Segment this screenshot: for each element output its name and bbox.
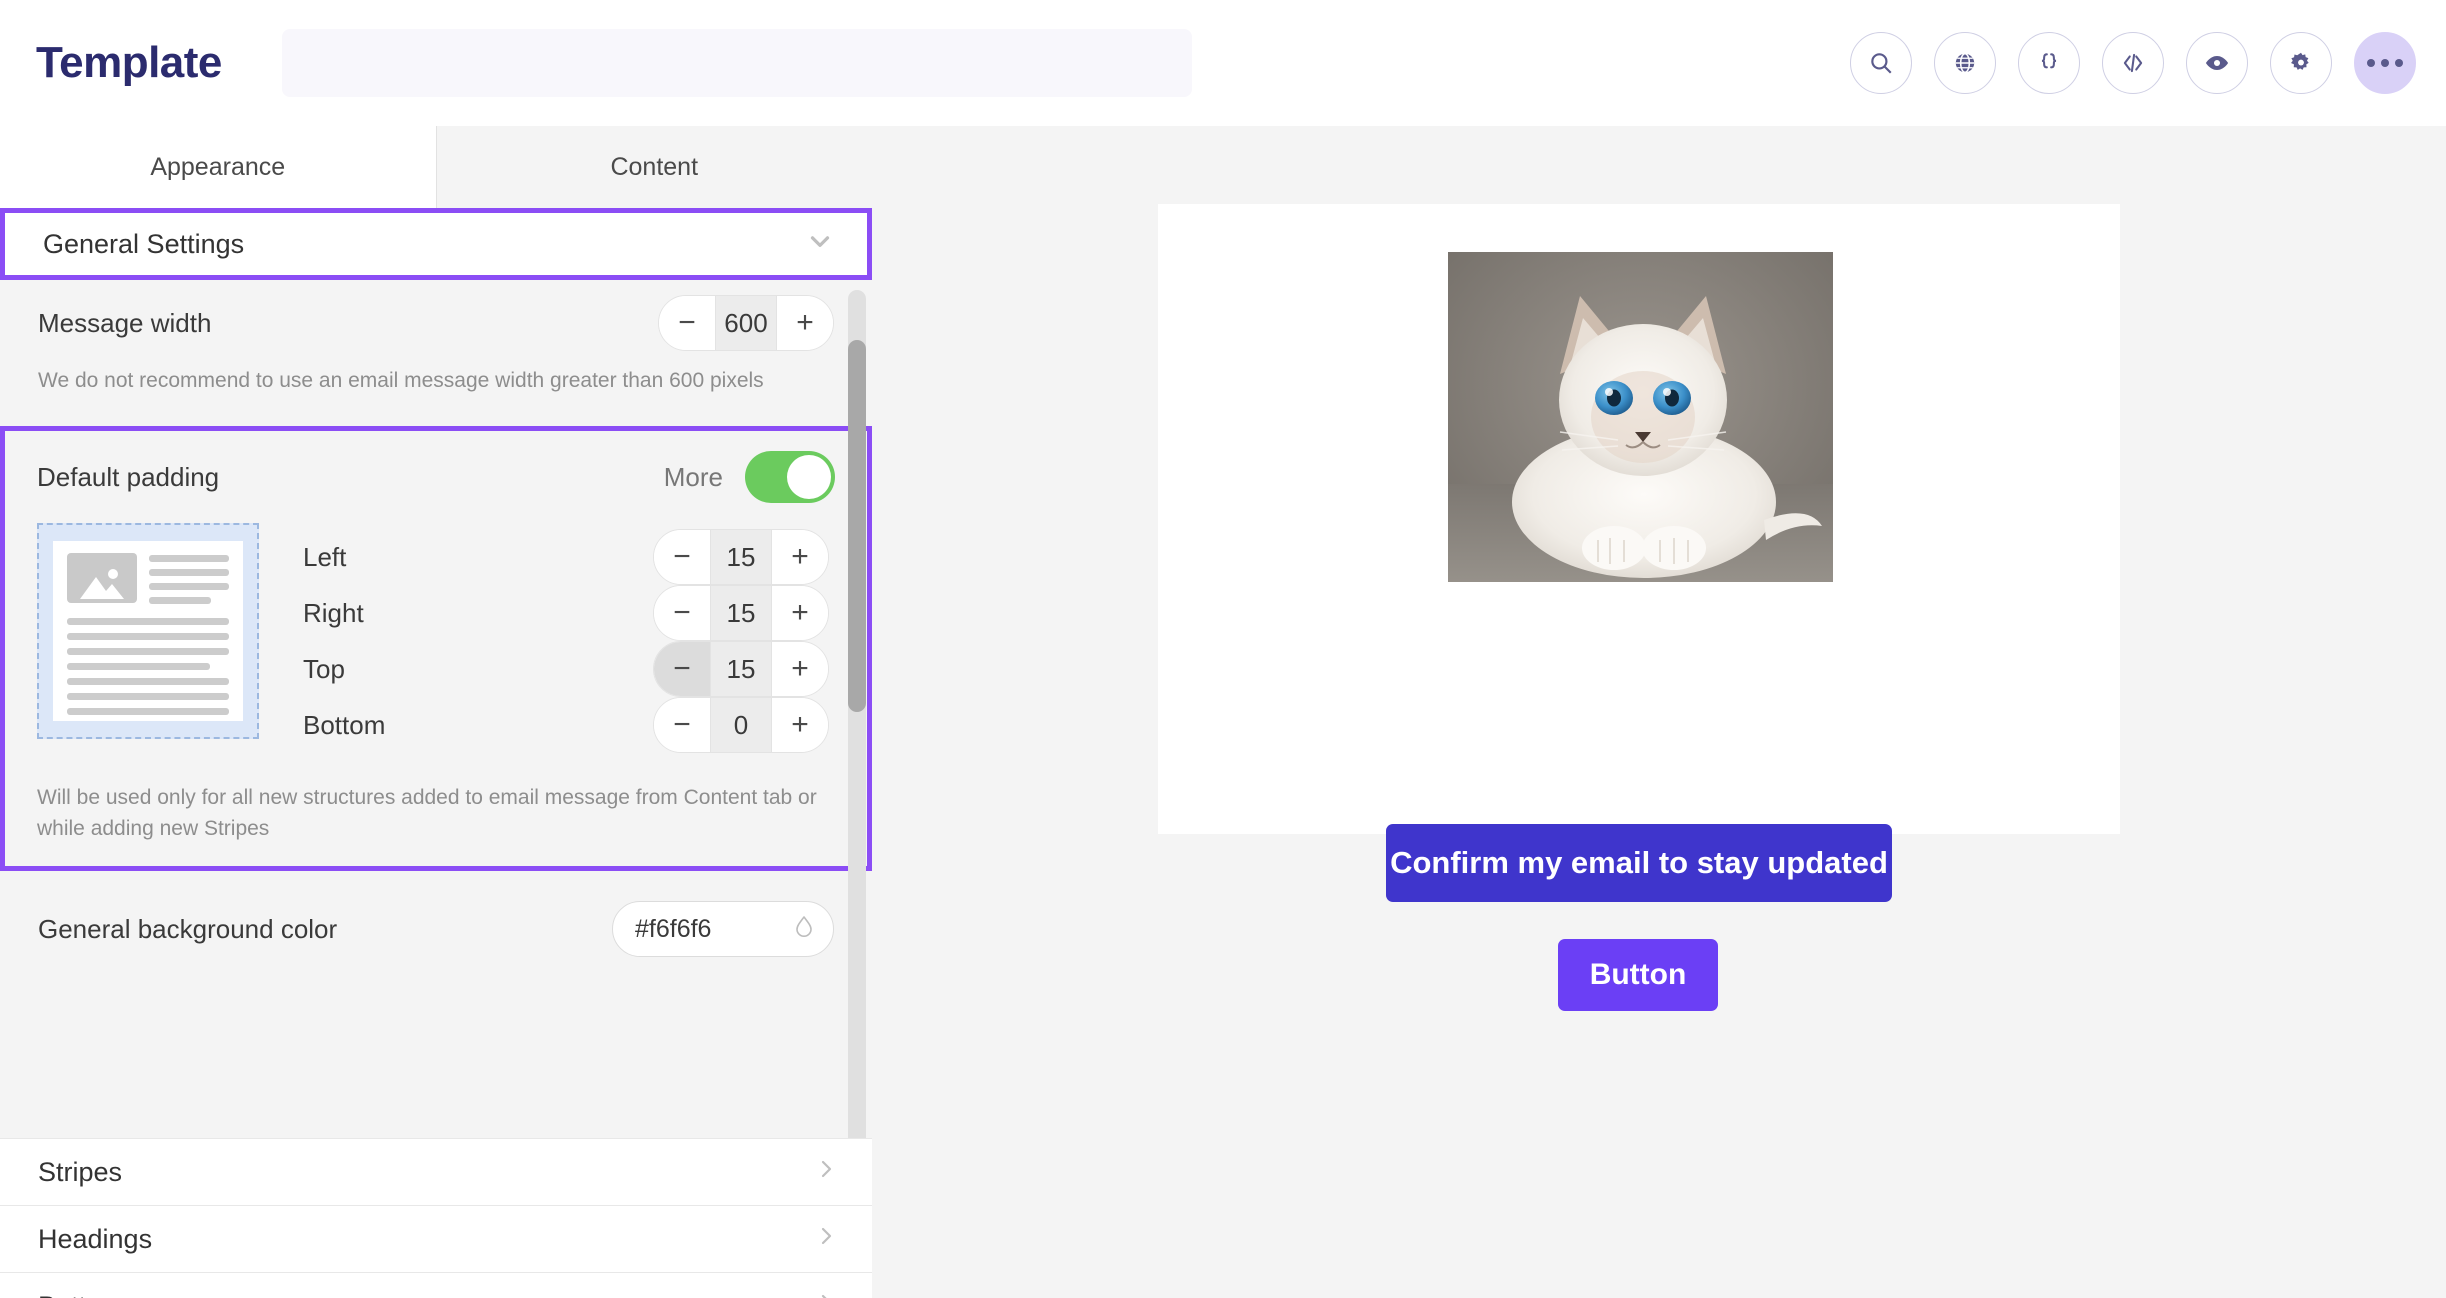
accordion-item-label: Button <box>38 1291 116 1298</box>
globe-icon[interactable] <box>1934 32 1996 94</box>
row-general-background-color: General background color #f6f6f6 <box>0 871 872 988</box>
panel-scrollbar-thumb[interactable] <box>848 340 866 712</box>
message-width-minus[interactable]: − <box>659 296 715 350</box>
email-canvas: Confirm my email to stay updated Button <box>1158 204 2120 1011</box>
padding-top-minus[interactable]: − <box>654 642 710 697</box>
padding-bottom-stepper[interactable]: − 0 + <box>653 697 829 754</box>
more-toggle[interactable] <box>745 451 835 504</box>
row-padding-top: Top − 15 + <box>303 641 829 698</box>
more-toggle-label: More <box>663 461 723 492</box>
accordion-list: Stripes Headings Button Mobile Formattin… <box>0 1138 872 1298</box>
chevron-right-icon <box>814 1291 838 1298</box>
app-header: Template <box>0 0 2446 126</box>
general-background-color-label: General background color <box>38 913 338 944</box>
padding-right-label: Right <box>303 597 364 628</box>
row-default-padding: Default padding More <box>5 431 867 524</box>
padding-left-label: Left <box>303 541 347 572</box>
section-general-settings[interactable]: General Settings <box>0 208 872 280</box>
padding-right-minus[interactable]: − <box>654 586 710 641</box>
more-icon[interactable] <box>2354 32 2416 94</box>
padding-bottom-plus[interactable]: + <box>772 698 828 753</box>
padding-right-stepper[interactable]: − 15 + <box>653 585 829 642</box>
row-padding-left: Left − 15 + <box>303 529 829 586</box>
preview-body-lines <box>67 618 229 716</box>
message-width-label: Message width <box>38 307 212 338</box>
padding-bottom-label: Bottom <box>303 709 386 740</box>
merge-tags-icon[interactable] <box>2018 32 2080 94</box>
preview-top-block <box>67 553 229 605</box>
row-message-width: Message width − 600 + <box>0 280 872 366</box>
row-padding-right: Right − 15 + <box>303 585 829 642</box>
general-background-color-field[interactable]: #f6f6f6 <box>612 901 834 958</box>
padding-left-minus[interactable]: − <box>654 530 710 585</box>
search-input[interactable] <box>281 29 1192 97</box>
page-title: Template <box>36 38 222 87</box>
accordion-item-stripes[interactable]: Stripes <box>0 1138 872 1205</box>
code-icon[interactable] <box>2102 32 2164 94</box>
chevron-right-icon <box>814 1157 838 1188</box>
padding-top-plus[interactable]: + <box>772 642 828 697</box>
gear-icon[interactable] <box>2270 32 2332 94</box>
padding-preview-thumbnail <box>37 523 259 740</box>
chevron-right-icon <box>814 1224 838 1255</box>
section-default-padding: Default padding More Left − 15 + Right −… <box>0 426 872 872</box>
accordion-item-label: Headings <box>38 1223 153 1254</box>
padding-top-value[interactable]: 15 <box>710 642 772 697</box>
padding-left-stepper[interactable]: − 15 + <box>653 529 829 586</box>
more-dots <box>2367 59 2403 67</box>
panel-scrollbar-track[interactable] <box>848 290 866 1220</box>
preview-eye-icon[interactable] <box>2186 32 2248 94</box>
message-width-help: We do not recommend to use an email mess… <box>0 366 872 427</box>
padding-bottom-value[interactable]: 0 <box>710 698 772 753</box>
message-width-stepper[interactable]: − 600 + <box>658 295 834 351</box>
section-general-settings-label: General Settings <box>43 228 245 259</box>
confirm-email-button[interactable]: Confirm my email to stay updated <box>1386 824 1892 902</box>
message-width-plus[interactable]: + <box>777 296 833 350</box>
padding-left-plus[interactable]: + <box>772 530 828 585</box>
row-padding-bottom: Bottom − 0 + <box>303 697 829 754</box>
preview-side-lines <box>149 553 229 605</box>
default-padding-help: Will be used only for all new structures… <box>5 769 867 867</box>
settings-panel: Appearance Content General Settings Mess… <box>0 126 872 1298</box>
message-width-value[interactable]: 600 <box>715 296 777 350</box>
panel-tabs: Appearance Content <box>0 126 872 208</box>
accordion-item-headings[interactable]: Headings <box>0 1205 872 1272</box>
toggle-knob <box>787 455 831 500</box>
general-background-color-value: #f6f6f6 <box>635 914 712 943</box>
email-hero-image[interactable] <box>1448 252 1833 582</box>
header-toolbar <box>1850 0 2416 126</box>
accordion-item-label: Stripes <box>38 1156 123 1187</box>
padding-left-value[interactable]: 15 <box>710 530 772 585</box>
preview-generic-button[interactable]: Button <box>1558 939 1718 1011</box>
padding-right-plus[interactable]: + <box>772 586 828 641</box>
email-preview-stage: Confirm my email to stay updated Button <box>872 126 2446 1298</box>
default-padding-toggle-group: More <box>663 451 835 504</box>
padding-top-label: Top <box>303 653 345 684</box>
padding-preview-content <box>53 541 243 722</box>
chevron-down-icon <box>805 226 835 263</box>
accordion-item-button[interactable]: Button <box>0 1272 872 1298</box>
search-icon[interactable] <box>1850 32 1912 94</box>
tab-appearance[interactable]: Appearance <box>0 126 436 208</box>
tab-content[interactable]: Content <box>435 126 872 208</box>
padding-right-value[interactable]: 15 <box>710 586 772 641</box>
image-placeholder-icon <box>67 553 137 604</box>
padding-bottom-minus[interactable]: − <box>654 698 710 753</box>
color-droplet-icon[interactable] <box>793 914 815 945</box>
padding-top-stepper[interactable]: − 15 + <box>653 641 829 698</box>
settings-scroll-area: General Settings Message width − 600 + W… <box>0 208 872 1220</box>
default-padding-label: Default padding <box>37 461 220 492</box>
